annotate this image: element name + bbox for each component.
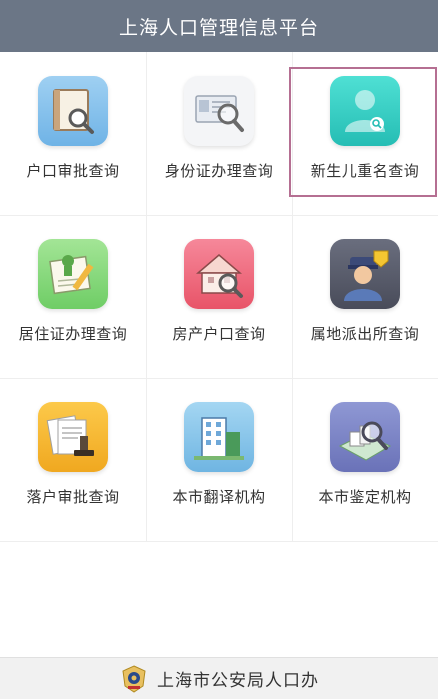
person-search-icon	[330, 76, 400, 146]
grid-item-appraisal-agency[interactable]: 本市鉴定机构	[292, 378, 438, 541]
footer-bar: 上海市公安局人口办	[0, 657, 438, 699]
header-bar: 上海人口管理信息平台	[0, 0, 438, 52]
grid-item-label: 居住证办理查询	[18, 325, 128, 343]
service-grid: 户口审批查询 身份证办理查询 新生儿重名查询 居住证办理查询 房产户口查询 属地…	[0, 52, 438, 542]
grid-item-label: 属地派出所查询	[310, 325, 420, 343]
id-card-magnifier-icon	[184, 76, 254, 146]
certificate-pencil-icon	[38, 239, 108, 309]
house-magnifier-icon	[184, 239, 254, 309]
grid-item-label: 本市鉴定机构	[318, 488, 412, 506]
grid-item-label: 落户审批查询	[26, 488, 120, 506]
police-emblem-icon	[122, 664, 146, 693]
grid-item-police-station[interactable]: 属地派出所查询	[292, 215, 438, 378]
page-title: 上海人口管理信息平台	[118, 16, 319, 39]
map-magnifier-icon	[330, 402, 400, 472]
grid-item-id-card[interactable]: 身份证办理查询	[146, 52, 292, 215]
grid-item-label: 身份证办理查询	[164, 162, 274, 180]
grid-item-settlement-approval[interactable]: 落户审批查询	[0, 378, 146, 541]
grid-item-newborn-name[interactable]: 新生儿重名查询	[292, 52, 438, 215]
book-magnifier-icon	[38, 76, 108, 146]
police-officer-icon	[330, 239, 400, 309]
grid-item-label: 房产户口查询	[172, 325, 266, 343]
footer-text: 上海市公安局人口办	[157, 671, 319, 691]
grid-item-residence-permit[interactable]: 居住证办理查询	[0, 215, 146, 378]
grid-item-translation-agency[interactable]: 本市翻译机构	[146, 378, 292, 541]
documents-stamp-icon	[38, 402, 108, 472]
building-icon	[184, 402, 254, 472]
grid-item-label: 本市翻译机构	[172, 488, 266, 506]
grid-item-label: 新生儿重名查询	[310, 162, 420, 180]
grid-item-household-approval[interactable]: 户口审批查询	[0, 52, 146, 215]
grid-item-label: 户口审批查询	[26, 162, 120, 180]
grid-item-property-household[interactable]: 房产户口查询	[146, 215, 292, 378]
